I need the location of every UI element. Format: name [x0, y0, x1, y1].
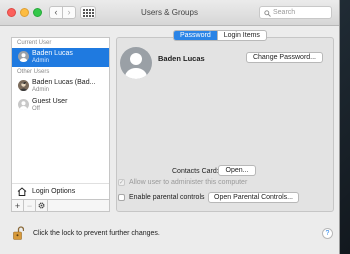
- allow-admin-checkbox[interactable]: ✓: [118, 179, 125, 186]
- users-groups-window: ‹ › Users & Groups Search Current User B…: [0, 0, 340, 254]
- user-role: Off: [32, 106, 40, 112]
- user-name: Baden Lucas: [32, 50, 73, 57]
- change-password-button[interactable]: Change Password...: [246, 52, 323, 63]
- open-contacts-card-button[interactable]: Open...: [218, 165, 256, 176]
- user-row-other[interactable]: Baden Lucas (Bad... Admin: [12, 77, 109, 96]
- login-options-item[interactable]: Login Options: [12, 183, 109, 199]
- title-bar: ‹ › Users & Groups Search: [0, 0, 339, 26]
- remove-user-button[interactable]: −: [24, 200, 36, 211]
- search-field[interactable]: Search: [259, 6, 332, 19]
- avatar: [18, 99, 29, 110]
- allow-admin-row: ✓ Allow user to administer this computer: [118, 179, 247, 186]
- user-row-guest[interactable]: Guest User Off: [12, 96, 109, 115]
- user-row-current[interactable]: Baden Lucas Admin: [12, 48, 109, 67]
- help-button[interactable]: ?: [322, 228, 333, 239]
- login-options-label: Login Options: [32, 188, 76, 195]
- user-name: Baden Lucas (Bad...: [32, 79, 96, 86]
- contacts-card-label: Contacts Card:: [172, 168, 219, 175]
- search-icon: [264, 10, 271, 17]
- tab-password[interactable]: Password: [174, 31, 217, 40]
- avatar: [18, 80, 29, 91]
- users-sidebar: Current User Baden Lucas Admin Other Use…: [11, 37, 110, 212]
- detail-user-name: Baden Lucas: [158, 54, 205, 63]
- parental-controls-checkbox[interactable]: [118, 194, 125, 201]
- sidebar-toolbar: + −: [12, 199, 109, 211]
- search-placeholder: Search: [273, 9, 296, 16]
- house-icon: [17, 187, 27, 196]
- allow-admin-label: Allow user to administer this computer: [129, 179, 248, 186]
- unlocked-padlock-icon[interactable]: [13, 226, 24, 240]
- avatar: [18, 51, 29, 62]
- open-parental-controls-button[interactable]: Open Parental Controls...: [208, 192, 299, 203]
- tab-login-items[interactable]: Login Items: [216, 31, 266, 40]
- user-picture[interactable]: [120, 47, 152, 79]
- gear-icon: [38, 202, 45, 209]
- detail-tabs: Password Login Items: [173, 30, 267, 41]
- add-user-button[interactable]: +: [12, 200, 24, 211]
- parental-controls-row: Enable parental controls: [118, 194, 205, 201]
- lock-message: Click the lock to prevent further change…: [33, 229, 160, 237]
- action-menu-button[interactable]: [36, 200, 48, 211]
- user-name: Guest User: [32, 98, 68, 105]
- user-role: Admin: [32, 58, 50, 64]
- user-role: Admin: [32, 87, 50, 93]
- parental-controls-label: Enable parental controls: [129, 194, 205, 201]
- lock-row: Click the lock to prevent further change…: [13, 226, 160, 240]
- current-user-header: Current User: [17, 40, 52, 46]
- other-users-header: Other Users: [17, 69, 50, 75]
